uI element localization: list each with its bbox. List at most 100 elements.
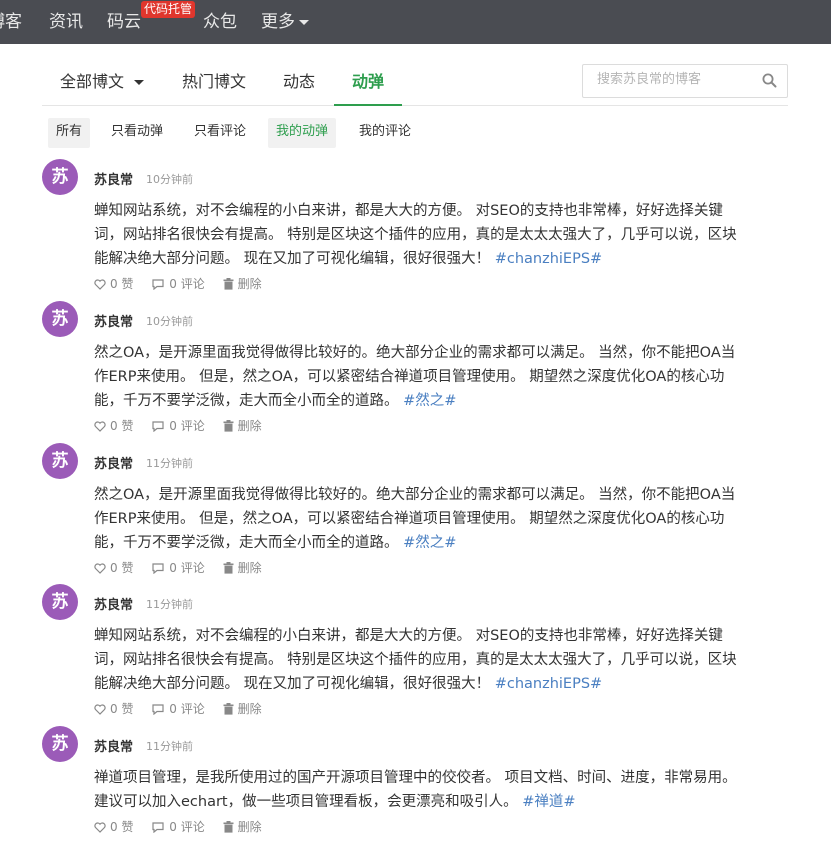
heart-icon bbox=[94, 704, 106, 715]
top-nav-bar: 博客 资讯 码云 代码托管 众包 更多 bbox=[0, 0, 831, 44]
like-button[interactable]: 0 赞 bbox=[94, 818, 133, 835]
timestamp: 11分钟前 bbox=[146, 598, 193, 611]
tweet-content: 然之OA，是开源里面我觉得做得比较好的。绝大部分企业的需求都可以满足。 当然，你… bbox=[94, 341, 784, 413]
comment-icon bbox=[152, 704, 164, 716]
tweet-actions: 0 赞 0 评论 删除 bbox=[94, 700, 276, 717]
search-input[interactable] bbox=[595, 71, 759, 88]
content-line: 词，网站排名很快会有提高。 特别是区块这个插件的应用，真的是太太太强大了，几乎可… bbox=[94, 227, 737, 243]
delete-label: 删除 bbox=[237, 820, 262, 834]
author-name[interactable]: 苏良常 bbox=[94, 169, 133, 188]
comment-button[interactable]: 0 评论 bbox=[151, 818, 205, 835]
comment-button[interactable]: 0 评论 bbox=[151, 700, 205, 717]
tab-activity[interactable]: 动态 bbox=[283, 62, 315, 104]
timestamp: 10分钟前 bbox=[146, 315, 193, 328]
like-count: 0 赞 bbox=[110, 702, 134, 716]
topic-tag-link[interactable]: #禅道# bbox=[522, 794, 575, 810]
avatar[interactable]: 苏 bbox=[42, 726, 78, 762]
nav-gitee[interactable]: 码云 bbox=[107, 0, 141, 44]
delete-button[interactable]: 删除 bbox=[223, 559, 262, 576]
nav-news[interactable]: 资讯 bbox=[49, 0, 83, 44]
delete-button[interactable]: 删除 bbox=[223, 818, 262, 835]
trash-icon bbox=[223, 703, 234, 715]
content-line-last: 能，千万不要学泛微，走大而全小而全的道路。 #然之# bbox=[94, 531, 784, 555]
tab-all-posts[interactable]: 全部博文 bbox=[60, 62, 145, 104]
tweet-content: 禅道项目管理，是我所使用过的国产开源项目管理中的佼佼者。 项目文档、时间、进度，… bbox=[94, 766, 784, 814]
tweet-actions: 0 赞 0 评论 删除 bbox=[94, 275, 276, 292]
content-line-last: 能解决绝大部分问题。 现在又加了可视化编辑，很好很强大！ #chanzhiEPS… bbox=[94, 672, 784, 696]
topic-tag-link[interactable]: #然之# bbox=[403, 535, 456, 551]
comment-button[interactable]: 0 评论 bbox=[151, 275, 205, 292]
avatar[interactable]: 苏 bbox=[42, 443, 78, 479]
like-count: 0 赞 bbox=[110, 561, 134, 575]
author-name[interactable]: 苏良常 bbox=[94, 736, 133, 755]
filter-tweets-only[interactable]: 只看动弹 bbox=[103, 118, 171, 148]
comment-button[interactable]: 0 评论 bbox=[151, 417, 205, 434]
comment-count: 0 评论 bbox=[169, 561, 205, 575]
content-line: 作ERP来使用。 但是，然之OA，可以紧密结合禅道项目管理使用。 期望然之深度优… bbox=[94, 369, 725, 385]
delete-button[interactable]: 删除 bbox=[223, 700, 262, 717]
chevron-down-icon bbox=[134, 80, 145, 85]
comment-count: 0 评论 bbox=[169, 820, 205, 834]
content-text: 能解决绝大部分问题。 现在又加了可视化编辑，很好很强大！ bbox=[94, 676, 495, 692]
delete-label: 删除 bbox=[237, 419, 262, 433]
content-line-last: 建议可以加入echart，做一些项目管理看板，会更漂亮和吸引人。 #禅道# bbox=[94, 790, 784, 814]
like-button[interactable]: 0 赞 bbox=[94, 559, 133, 576]
comment-icon bbox=[152, 421, 164, 433]
author-name[interactable]: 苏良常 bbox=[94, 311, 133, 330]
author-name[interactable]: 苏良常 bbox=[94, 594, 133, 613]
content-line: 蝉知网站系统，对不会编程的小白来讲，都是大大的方便。 对SEO的支持也非常棒，好… bbox=[94, 203, 723, 219]
author-name[interactable]: 苏良常 bbox=[94, 453, 133, 472]
content-line: 然之OA，是开源里面我觉得做得比较好的。绝大部分企业的需求都可以满足。 当然，你… bbox=[94, 487, 736, 503]
trash-icon bbox=[223, 562, 234, 574]
topic-tag-link[interactable]: #然之# bbox=[403, 393, 456, 409]
nav-blog[interactable]: 博客 bbox=[0, 0, 22, 44]
content-text: 能解决绝大部分问题。 现在又加了可视化编辑，很好很强大！ bbox=[94, 251, 495, 267]
like-button[interactable]: 0 赞 bbox=[94, 700, 133, 717]
content-line: 词，网站排名很快会有提高。 特别是区块这个插件的应用，真的是太太太强大了，几乎可… bbox=[94, 652, 737, 668]
content-line-last: 能，千万不要学泛微，走大而全小而全的道路。 #然之# bbox=[94, 389, 784, 413]
tweet-actions: 0 赞 0 评论 删除 bbox=[94, 417, 276, 434]
filter-all[interactable]: 所有 bbox=[48, 118, 91, 148]
tweet-content: 蝉知网站系统，对不会编程的小白来讲，都是大大的方便。 对SEO的支持也非常棒，好… bbox=[94, 624, 784, 696]
like-count: 0 赞 bbox=[110, 820, 134, 834]
nav-crowdsource[interactable]: 众包 bbox=[203, 0, 237, 44]
nav-more[interactable]: 更多 bbox=[261, 0, 309, 44]
filter-comments-only[interactable]: 只看评论 bbox=[186, 118, 254, 148]
tab-hot-posts[interactable]: 热门博文 bbox=[182, 62, 246, 104]
avatar[interactable]: 苏 bbox=[42, 159, 78, 195]
avatar[interactable]: 苏 bbox=[42, 301, 78, 337]
avatar[interactable]: 苏 bbox=[42, 584, 78, 620]
content-line: 作ERP来使用。 但是，然之OA，可以紧密结合禅道项目管理使用。 期望然之深度优… bbox=[94, 511, 725, 527]
comment-count: 0 评论 bbox=[169, 702, 205, 716]
filter-my-comments[interactable]: 我的评论 bbox=[351, 118, 419, 148]
content-line: 蝉知网站系统，对不会编程的小白来讲，都是大大的方便。 对SEO的支持也非常棒，好… bbox=[94, 628, 723, 644]
like-button[interactable]: 0 赞 bbox=[94, 417, 133, 434]
content-text: 能，千万不要学泛微，走大而全小而全的道路。 bbox=[94, 535, 404, 551]
delete-label: 删除 bbox=[237, 561, 262, 575]
delete-button[interactable]: 删除 bbox=[223, 275, 262, 292]
heart-icon bbox=[94, 421, 106, 432]
filter-my-tweets[interactable]: 我的动弹 bbox=[268, 118, 337, 148]
delete-button[interactable]: 删除 bbox=[223, 417, 262, 434]
topic-tag-link[interactable]: #chanzhiEPS# bbox=[495, 251, 602, 267]
like-button[interactable]: 0 赞 bbox=[94, 275, 133, 292]
comment-button[interactable]: 0 评论 bbox=[151, 559, 205, 576]
search-icon[interactable] bbox=[762, 73, 777, 92]
trash-icon bbox=[223, 821, 234, 833]
delete-label: 删除 bbox=[237, 702, 262, 716]
topic-tag-link[interactable]: #chanzhiEPS# bbox=[495, 676, 602, 692]
timestamp: 10分钟前 bbox=[146, 173, 193, 186]
nav-more-label: 更多 bbox=[261, 12, 295, 32]
like-count: 0 赞 bbox=[110, 277, 134, 291]
blog-search bbox=[582, 64, 788, 98]
comment-count: 0 评论 bbox=[169, 419, 205, 433]
heart-icon bbox=[94, 279, 106, 290]
trash-icon bbox=[223, 420, 234, 432]
tab-tweets[interactable]: 动弹 bbox=[334, 62, 402, 106]
tweet-content: 然之OA，是开源里面我觉得做得比较好的。绝大部分企业的需求都可以满足。 当然，你… bbox=[94, 483, 784, 555]
comment-count: 0 评论 bbox=[169, 277, 205, 291]
heart-icon bbox=[94, 822, 106, 833]
content-text: 建议可以加入echart，做一些项目管理看板，会更漂亮和吸引人。 bbox=[94, 794, 523, 810]
content-line: 禅道项目管理，是我所使用过的国产开源项目管理中的佼佼者。 项目文档、时间、进度，… bbox=[94, 770, 737, 786]
tweet-content: 蝉知网站系统，对不会编程的小白来讲，都是大大的方便。 对SEO的支持也非常棒，好… bbox=[94, 199, 784, 271]
